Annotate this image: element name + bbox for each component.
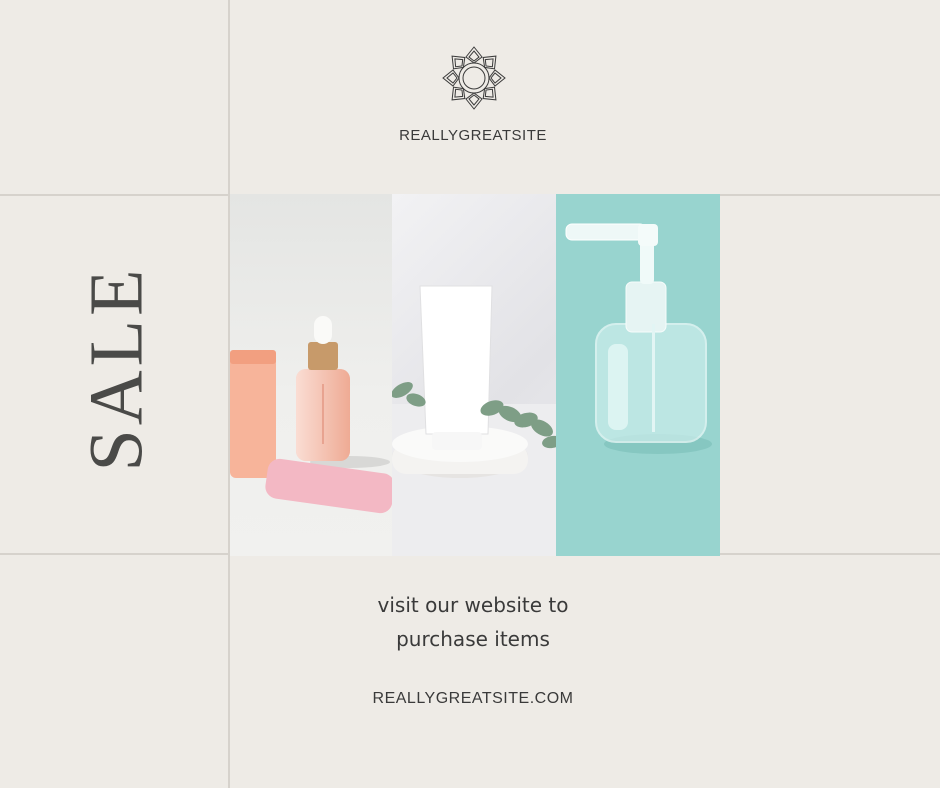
product-gallery	[230, 194, 720, 556]
skincare-serum-and-tubes-photo	[230, 194, 392, 556]
white-cream-tube-photo	[392, 194, 556, 556]
website-link[interactable]: REALLYGREATSITE.COM	[300, 690, 646, 708]
tagline-line-2: purchase items	[396, 627, 550, 651]
sale-headline-container: SALE	[32, 265, 202, 471]
tagline-line-1: visit our website to	[377, 593, 569, 617]
tagline: visit our website to purchase items	[300, 588, 646, 656]
sale-headline: SALE	[74, 265, 159, 471]
clear-pump-bottle-photo	[556, 194, 720, 556]
brand-name: REALLYGREATSITE	[399, 127, 547, 144]
mandala-flower-icon	[442, 46, 506, 110]
